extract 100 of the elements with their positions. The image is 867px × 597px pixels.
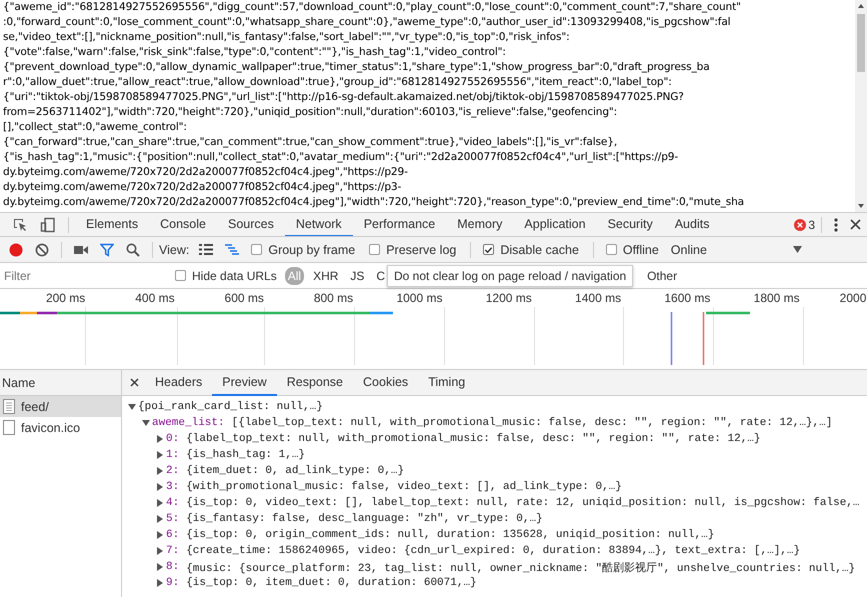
checkbox-label[interactable]: Hide data URLs: [192, 268, 277, 282]
time-tick-label: 1600 ms: [663, 291, 712, 305]
response-text-line: dy.byteimg.com/aweme/720x720/2d2a200077f0852cf04c4.jpeg","https://p29-: [3, 165, 408, 180]
response-text-line: [],"collect_stat":0,"aweme_control":: [3, 120, 187, 135]
expand-arrow-icon[interactable]: [156, 451, 164, 459]
response-text-line: {"uri":"tiktok-obj/1598708589477025.PNG","url_list":["http://p16-sg-default.akamaized.net/obj/tiktok-obj/1598708589477025.PNG?: [3, 90, 684, 105]
tree-value: {is_top: 0, item_duet: 0, duration: 60071,…}: [186, 577, 477, 589]
waterfall-icon[interactable]: [225, 244, 240, 255]
more-icon[interactable]: [834, 218, 838, 232]
time-tick-label: 1200 ms: [484, 291, 533, 305]
caret-icon[interactable]: [792, 246, 802, 253]
detail-tab[interactable]: Response: [276, 370, 354, 396]
expand-arrow-icon[interactable]: [156, 435, 164, 443]
tree-key: 2:: [166, 465, 180, 477]
expand-arrow-icon[interactable]: [156, 579, 164, 587]
panel-tab[interactable]: Sources: [216, 213, 285, 236]
expand-arrow-icon[interactable]: [156, 563, 164, 571]
time-tick-label: 600 ms: [224, 291, 265, 305]
response-text-line: {"vote":false,"warn":false,"risk_sink":false,"type":0,"content":""},"is_hash_tag":1,"video_control":: [3, 45, 506, 60]
type-filter-button[interactable]: C: [373, 266, 388, 284]
expand-arrow-icon[interactable]: [156, 499, 164, 507]
expand-arrow-icon[interactable]: [156, 467, 164, 475]
camera-icon[interactable]: [74, 244, 88, 254]
file-icon: [3, 420, 15, 435]
checkbox-label[interactable]: Preserve log: [386, 242, 456, 256]
tree-value: {with_promotional_music: false, video_text: [], ad_link_type: 0,…}: [186, 481, 622, 493]
tree-key: 7:: [166, 545, 180, 557]
record-icon[interactable]: [9, 242, 23, 256]
detail-tab[interactable]: Cookies: [353, 370, 418, 396]
tree-value: [{label_top_text: null, with_promotional_music: false, desc: "", region: "", rate: 12,…},…]: [232, 417, 832, 429]
checkbox[interactable]: [483, 244, 494, 255]
close-icon[interactable]: [130, 378, 139, 387]
error-icon[interactable]: [794, 218, 806, 230]
time-tick-label: 1000 ms: [395, 291, 444, 305]
checkbox-label[interactable]: Disable cache: [500, 242, 579, 256]
search-icon[interactable]: [126, 242, 140, 256]
tree-key: 4:: [166, 497, 180, 509]
type-filter-button[interactable]: XHR: [310, 266, 342, 284]
tree-value: {item_duet: 0, ad_link_type: 0,…}: [186, 465, 404, 477]
response-text-line: {"can_forward":true,"can_share":true,"can_comment":true,"can_show_comment":true},"video_labels":[],"is_vr":false},: [3, 135, 618, 150]
tree-value: {music: {source_platform: 23, tag_list: null, owner_nickname: "酷剧影视厅", unshelve_countries: null,…}: [186, 561, 856, 574]
clear-icon[interactable]: [35, 242, 49, 256]
type-filter-button[interactable]: Other: [644, 266, 680, 284]
view-label: View:: [159, 242, 190, 256]
column-header[interactable]: Name: [0, 370, 121, 396]
checkbox-label[interactable]: Group by frame: [268, 242, 356, 256]
panel-tab[interactable]: Console: [149, 213, 217, 236]
checkbox-label[interactable]: Offline: [622, 242, 659, 256]
tooltip: Do not clear log on page reload / navigation: [387, 265, 634, 287]
throttling-dropdown[interactable]: Online: [666, 242, 787, 256]
panel-tab[interactable]: Security: [596, 213, 664, 236]
panel-tab[interactable]: Performance: [352, 213, 446, 236]
tree-value: {is_top: 0, origin_comment_ids: null, duration: 135628, uniqid_position: null,…}: [186, 529, 714, 541]
response-text-line: dy.byteimg.com/aweme/720x720/2d2a200077f0852cf04c4.jpeg"],"width":720,"height":720},"reason_type":0,"preview_end_time":0,"mute_sha: [3, 195, 744, 210]
request-row[interactable]: favicon.ico: [0, 417, 121, 438]
response-text-line: {"is_hash_tag":1,"music":{"position":null,"collect_stat":0,"avatar_medium":{"uri":"2d2a200077f0852cf04c4","url_list":["https://p9-: [3, 150, 678, 165]
panel-tab[interactable]: Memory: [446, 213, 514, 236]
expand-arrow-icon[interactable]: [156, 515, 164, 523]
expand-arrow-icon[interactable]: [142, 419, 150, 427]
panel-tab[interactable]: Audits: [664, 213, 720, 236]
tree-key: 6:: [166, 529, 180, 541]
file-icon: [3, 399, 15, 414]
response-text-line: from=2563711402"],"width":720,"height":720},"uniqid_position":null,"duration":60103,"is_relieve":false,"geofencing":: [3, 105, 618, 120]
tree-value: {poi_rank_card_list: null,…}: [138, 401, 323, 413]
expand-arrow-icon[interactable]: [128, 403, 136, 411]
tree-key: 3:: [166, 481, 180, 493]
checkbox[interactable]: [175, 270, 186, 281]
list-icon[interactable]: [199, 244, 214, 255]
detail-tab[interactable]: Timing: [418, 370, 476, 396]
detail-tab[interactable]: Preview: [212, 370, 277, 396]
tree-key: 9:: [166, 577, 180, 589]
scrollbar-drawing[interactable]: [855, 0, 867, 212]
device-icon[interactable]: [40, 216, 56, 232]
checkbox[interactable]: [369, 244, 380, 255]
expand-arrow-icon[interactable]: [156, 483, 164, 491]
tree-key: 0:: [166, 433, 180, 445]
tree-value: {is_top: 0, video_text: [], label_top_text: null, rate: 12, uniqid_position: null, is_pgcshow: false,…: [186, 497, 860, 509]
request-name[interactable]: favicon.ico: [21, 420, 80, 434]
panel-tab[interactable]: Application: [513, 213, 597, 236]
error-count[interactable]: 3: [808, 218, 815, 232]
expand-arrow-icon[interactable]: [156, 531, 164, 539]
filter-icon[interactable]: [100, 242, 114, 256]
tree-key: 1:: [166, 449, 180, 461]
inspect-icon[interactable]: [12, 216, 28, 232]
type-filter-button[interactable]: JS: [347, 266, 368, 284]
time-tick-label: 1400 ms: [574, 291, 622, 305]
expand-arrow-icon[interactable]: [156, 547, 164, 555]
response-text-line: :0,"forward_count":0,"lose_comment_count":0,"whatsapp_share_count":0},"aweme_type":0,"author_user_id":13093299408,"is_pgcshow":fal: [3, 15, 730, 30]
response-text-line: {"prevent_download_type":0,"allow_dynamic_wallpaper":true,"timer_status":1,"share_type":1,"show_progress_bar":0,"draft_progress_ba: [3, 60, 710, 75]
checkbox[interactable]: [606, 244, 617, 255]
tree-key: aweme_list:: [152, 417, 225, 429]
time-tick-label: 1800 ms: [752, 291, 801, 305]
detail-tab[interactable]: Headers: [145, 370, 212, 396]
close-icon[interactable]: [850, 219, 861, 230]
request-name[interactable]: feed/: [21, 400, 49, 414]
panel-tab[interactable]: Elements: [75, 213, 150, 236]
request-row[interactable]: feed/: [0, 396, 121, 417]
tree-value: {create_time: 1586240965, video: {cdn_url_expired: 0, duration: 83894,…}, text_extra: [,…],…}: [186, 545, 800, 557]
checkbox[interactable]: [251, 244, 262, 255]
response-text-line: dy.byteimg.com/aweme/720x720/2d2a200077f0852cf04c4.jpeg","https://p3-: [3, 180, 402, 195]
